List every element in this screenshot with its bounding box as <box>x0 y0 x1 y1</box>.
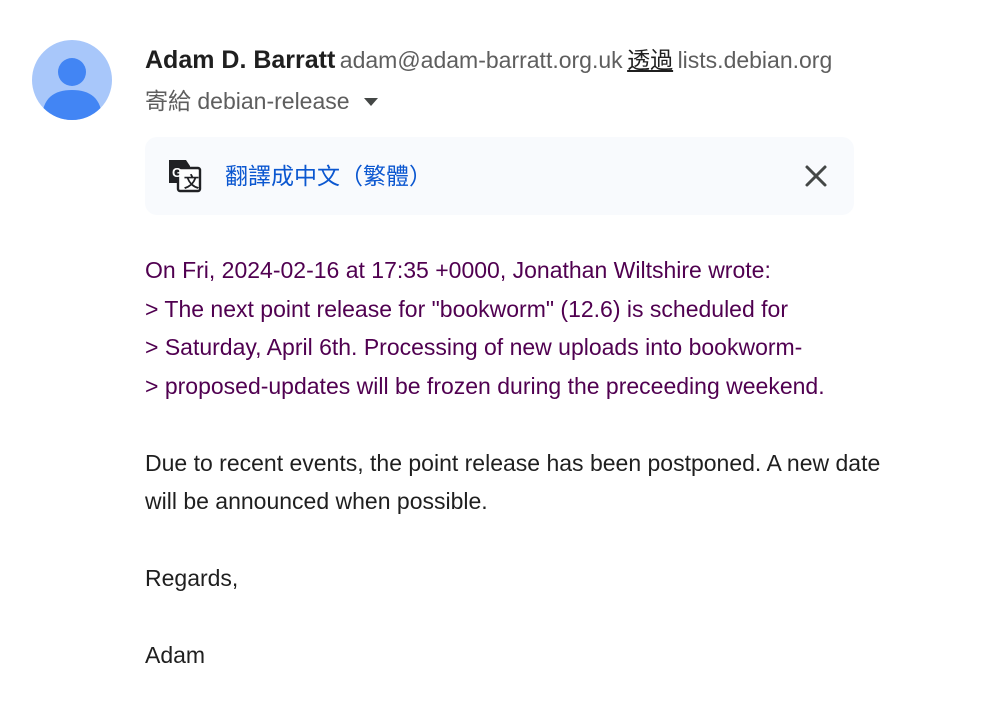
sender-line: Adam D. Barratt adam@adam-barratt.org.uk… <box>145 42 990 82</box>
translate-banner: G 文 翻譯成中文（繁體） <box>145 137 854 215</box>
quote-line: > proposed-updates will be frozen during… <box>145 372 825 399</box>
caret-down-icon[interactable] <box>363 98 378 106</box>
via-link[interactable]: 透過 <box>627 47 673 73</box>
quote-attribution: On Fri, 2024-02-16 at 17:35 +0000, Jonat… <box>145 257 771 283</box>
closing: Regards, <box>145 565 239 591</box>
person-avatar-icon[interactable] <box>32 40 112 120</box>
body-line: will be announced when possible. <box>145 488 488 514</box>
quote-line: > The next point release for "bookworm" … <box>145 295 788 322</box>
via-domain: lists.debian.org <box>677 47 833 73</box>
svg-text:G: G <box>172 165 182 180</box>
body-paragraph: Due to recent events, the point release … <box>145 444 995 521</box>
quoted-text: On Fri, 2024-02-16 at 17:35 +0000, Jonat… <box>145 251 995 405</box>
translate-to-chinese-link[interactable]: 翻譯成中文（繁體） <box>225 161 432 191</box>
quote-line: > Saturday, April 6th. Processing of new… <box>145 334 803 360</box>
message-body: On Fri, 2024-02-16 at 17:35 +0000, Jonat… <box>145 251 995 675</box>
close-icon[interactable] <box>802 162 830 190</box>
recipient-label: 寄給 debian-release <box>145 88 350 114</box>
signature: Adam <box>145 642 206 668</box>
recipient-line: 寄給 debian-release <box>145 86 990 116</box>
sender-name[interactable]: Adam D. Barratt <box>145 46 335 74</box>
svg-text:文: 文 <box>184 173 200 191</box>
sender-email: adam@adam-barratt.org.uk <box>339 47 623 73</box>
google-translate-icon: G 文 <box>169 160 202 193</box>
body-line: Due to recent events, the point release … <box>145 449 881 476</box>
email-header: Adam D. Barratt adam@adam-barratt.org.uk… <box>145 42 990 116</box>
email-message-view: Adam D. Barratt adam@adam-barratt.org.uk… <box>0 0 1000 704</box>
